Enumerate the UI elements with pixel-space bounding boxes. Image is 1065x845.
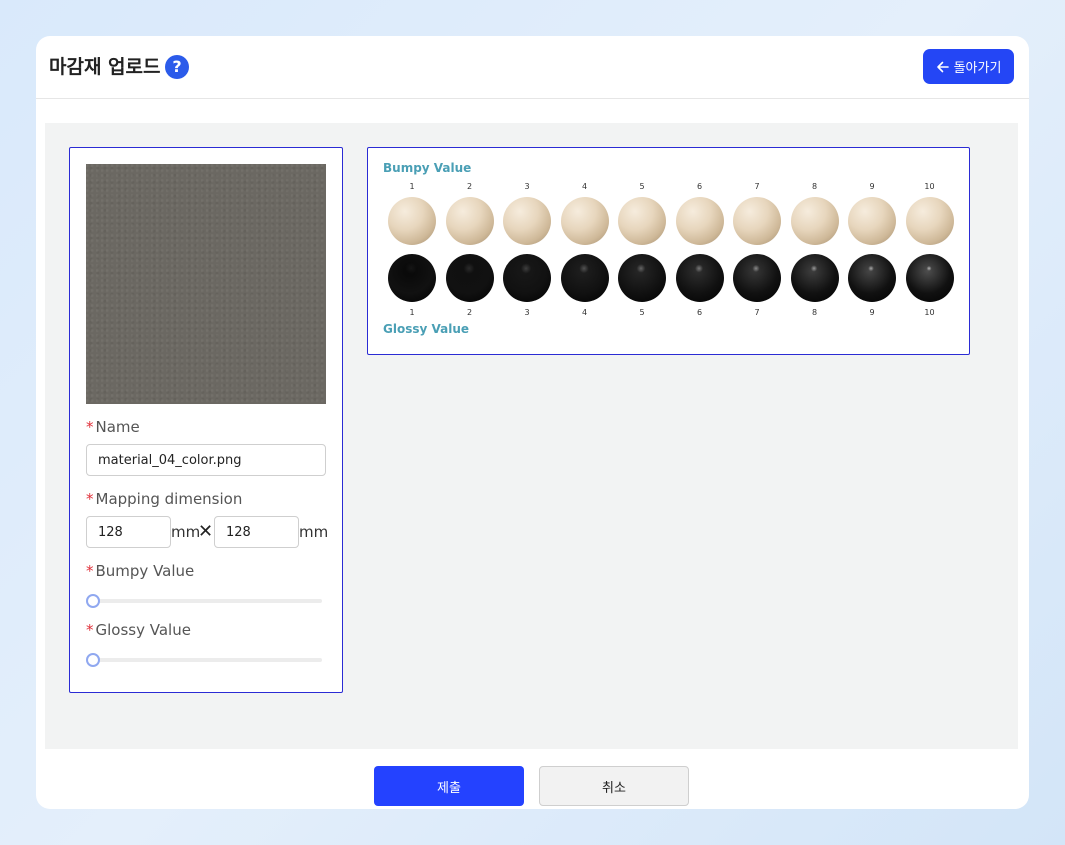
glossy-value-label: * Glossy Value [86, 621, 191, 639]
glossy-sample-sphere [790, 254, 839, 302]
bumpy-sample-sphere [790, 197, 839, 245]
bumpy-reference-heading: Bumpy Value [383, 161, 472, 175]
bumpy-sample-sphere [503, 197, 551, 245]
reference-chart: Bumpy Value Glossy Value 1 1 2 2 3 3 4 4 5 5 6 6 7 7 8… [367, 147, 970, 355]
bumpy-sample-sphere [618, 197, 666, 245]
glossy-level-label: 9 [869, 308, 875, 317]
glossy-level-label: 2 [466, 308, 473, 317]
bumpy-level-label: 3 [524, 182, 530, 191]
glossy-sample-sphere [388, 254, 436, 302]
bumpy-slider-track[interactable] [90, 599, 322, 603]
cancel-button[interactable]: 취소 [539, 766, 689, 806]
glossy-level-label: 7 [754, 308, 760, 317]
bumpy-sample-sphere [733, 197, 781, 245]
page-title: 마감재 업로드 [49, 56, 161, 78]
bumpy-level-label: 5 [639, 182, 645, 191]
bumpy-level-label: 8 [811, 182, 818, 191]
height-input[interactable] [214, 516, 299, 548]
glossy-sample-sphere [848, 254, 896, 302]
glossy-sample-sphere [618, 254, 666, 302]
material-form: *Name *Mapping dimension mm ✕ mm *Bumpy … [69, 147, 343, 693]
bumpy-level-label: 6 [696, 182, 703, 191]
bumpy-sample-sphere [560, 197, 609, 245]
width-input[interactable] [86, 516, 171, 548]
bumpy-slider-thumb[interactable] [86, 594, 100, 608]
help-icon[interactable]: ? [165, 55, 189, 79]
glossy-level-label: 10 [924, 308, 935, 317]
glossy-level-label: 1 [409, 308, 415, 317]
width-unit: mm [171, 523, 201, 541]
back-button-label: 돌아가기 [953, 60, 1002, 75]
glossy-sample-sphere [503, 254, 551, 302]
times-icon: ✕ [198, 521, 214, 542]
bumpy-level-label: 1 [409, 182, 415, 191]
bumpy-level-label: 10 [924, 182, 935, 191]
content-area: *Name *Mapping dimension mm ✕ mm *Bumpy … [45, 123, 1018, 749]
mapping-dimension-label: * Mapping dimension [86, 490, 243, 508]
glossy-level-label: 8 [811, 308, 818, 317]
glossy-sample-sphere [905, 254, 954, 302]
bumpy-level-label: 7 [754, 182, 760, 191]
glossy-sample-sphere [560, 254, 609, 302]
bumpy-sample-sphere [675, 197, 724, 245]
back-button[interactable]: 돌아가기 [923, 49, 1014, 84]
glossy-level-label: 5 [639, 308, 645, 317]
glossy-level-label: 4 [581, 308, 588, 317]
bumpy-sample-sphere [848, 197, 896, 245]
texture-preview [86, 164, 326, 404]
glossy-sample-sphere [733, 254, 781, 302]
bumpy-sample-sphere [905, 197, 954, 245]
glossy-reference-heading: Glossy Value [383, 322, 470, 336]
header: 마감재 업로드 ? 돌아가기 [36, 36, 1029, 99]
bumpy-level-label: 4 [581, 182, 588, 191]
bumpy-level-label: 2 [466, 182, 473, 191]
bumpy-sample-sphere [388, 197, 436, 245]
glossy-level-label: 6 [696, 308, 703, 317]
glossy-slider-track[interactable] [90, 658, 322, 662]
name-label: * Name [86, 418, 140, 436]
height-unit: mm [299, 523, 329, 541]
bumpy-level-label: 9 [869, 182, 875, 191]
glossy-sample-sphere [445, 254, 494, 302]
name-input[interactable] [86, 444, 326, 476]
bumpy-sample-sphere [445, 197, 494, 245]
upload-card: 마감재 업로드 ? 돌아가기 *Name *Mapping dimension … [36, 36, 1029, 809]
bumpy-value-label: * Bumpy Value [86, 562, 195, 580]
glossy-slider-thumb[interactable] [86, 653, 100, 667]
arrow-left-icon [936, 61, 949, 72]
submit-button[interactable]: 제출 [374, 766, 524, 806]
glossy-sample-sphere [675, 254, 724, 302]
glossy-level-label: 3 [524, 308, 530, 317]
